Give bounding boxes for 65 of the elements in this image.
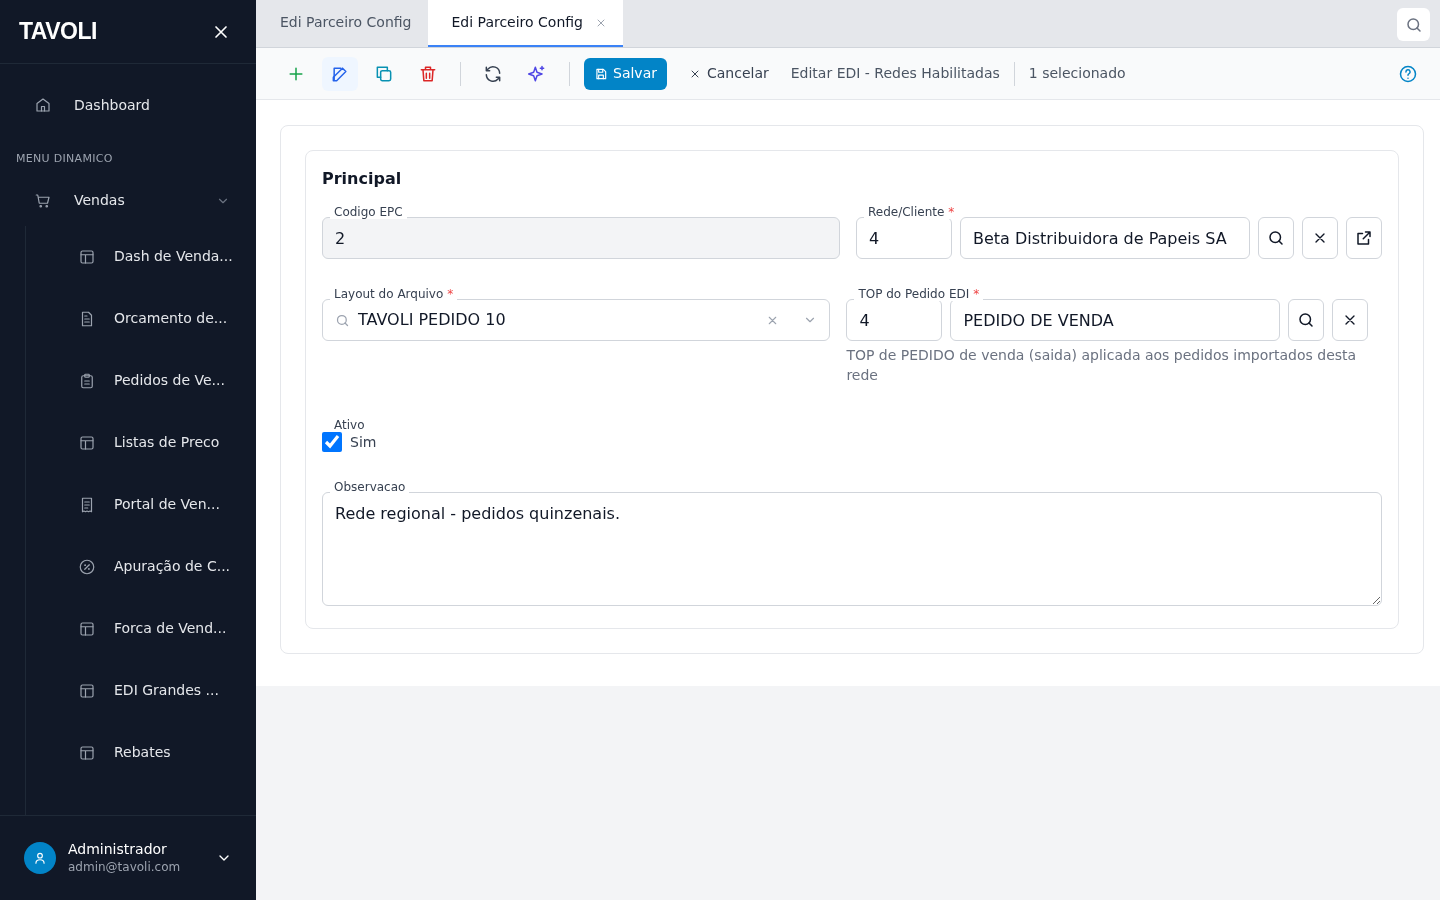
search-icon [335, 312, 350, 328]
edit-button[interactable] [322, 56, 358, 91]
search-icon [1267, 229, 1285, 247]
search-icon [1297, 311, 1316, 329]
user-icon [33, 851, 47, 865]
sidebar-item[interactable]: Portal de Ven... [26, 473, 256, 536]
selection-count: 1 selecionado [1028, 64, 1126, 83]
field-label: Rede/Cliente [868, 205, 945, 219]
search-icon [1404, 15, 1423, 34]
user-name: Administrador [68, 840, 168, 858]
search-button[interactable] [1397, 8, 1430, 41]
cart-icon [34, 191, 52, 210]
sidebar-item[interactable]: Forca de Vend... [26, 597, 256, 660]
field-label: Layout do Arquivo [334, 287, 444, 301]
house-icon [34, 96, 52, 114]
required-mark: * [973, 287, 980, 301]
sidebar-item[interactable]: Orcamento de... [26, 287, 256, 350]
layout-icon [78, 681, 96, 700]
layout-icon [78, 743, 96, 762]
toolbar-title: Editar EDI - Redes Habilitadas [790, 64, 1000, 83]
field-label: TOP do Pedido EDI [858, 287, 970, 301]
tab[interactable]: Edi Parceiro Config [427, 0, 623, 47]
help-icon [1398, 63, 1418, 84]
save-button[interactable]: Salvar [584, 57, 667, 90]
logo: TAVOLI [19, 17, 97, 47]
sidebar-group[interactable]: Vendas [0, 175, 256, 226]
refresh-icon [483, 63, 503, 84]
input-field[interactable]: 4 [856, 217, 952, 259]
checkbox[interactable] [322, 432, 342, 452]
sidebar-item[interactable]: Apuração de C... [26, 535, 256, 598]
save-icon [594, 66, 608, 81]
section-heading: MENU DINAMICO [15, 151, 114, 167]
external-link-icon [1355, 229, 1373, 247]
cancel-button[interactable]: Cancelar [683, 63, 775, 84]
search-button[interactable] [1258, 217, 1294, 259]
sidebar-item[interactable]: Dash de Venda... [26, 225, 256, 288]
checkbox-label: Sim [350, 435, 377, 449]
layout-icon [78, 619, 96, 638]
help-text: TOP de PEDIDO de venda (saida) aplicada aos pedidos importados desta rede [846, 346, 1358, 385]
sidebar-item[interactable]: EDI Grandes ... [26, 659, 256, 722]
text-area[interactable]: Rede regional - pedidos quinzenais. [322, 492, 1382, 606]
user-email: admin@tavoli.com [68, 859, 182, 876]
field-label: Observacao [334, 480, 406, 494]
layout-icon [78, 433, 96, 452]
sidebar-item[interactable]: Pedidos de Ve... [26, 349, 256, 412]
open-link-button[interactable] [1346, 217, 1382, 259]
sidebar-item[interactable]: Dashboard [0, 77, 256, 133]
field-label: Ativo [333, 418, 365, 432]
sidebar-item[interactable]: Rebates [26, 721, 256, 784]
clear-button[interactable] [1302, 217, 1338, 259]
input-field[interactable]: Beta Distribuidora de Papeis SA [960, 217, 1250, 259]
clipboard-icon [78, 371, 96, 390]
clear-button[interactable] [1332, 299, 1369, 341]
badge-percent-icon [78, 557, 96, 576]
input-field[interactable]: 4 [846, 299, 943, 341]
layout-icon [78, 247, 96, 266]
search-button[interactable] [1288, 299, 1325, 341]
section-title: Principal [322, 168, 403, 190]
sparkle-icon [527, 63, 547, 84]
sidebar-item[interactable]: Listas de Preco [26, 411, 256, 474]
required-mark: * [447, 287, 454, 301]
tab[interactable]: Edi Parceiro Config [256, 0, 428, 47]
input-field[interactable]: PEDIDO DE VENDA [950, 299, 1281, 341]
required-mark: * [948, 205, 955, 219]
field-label: Codigo EPC [334, 205, 403, 219]
